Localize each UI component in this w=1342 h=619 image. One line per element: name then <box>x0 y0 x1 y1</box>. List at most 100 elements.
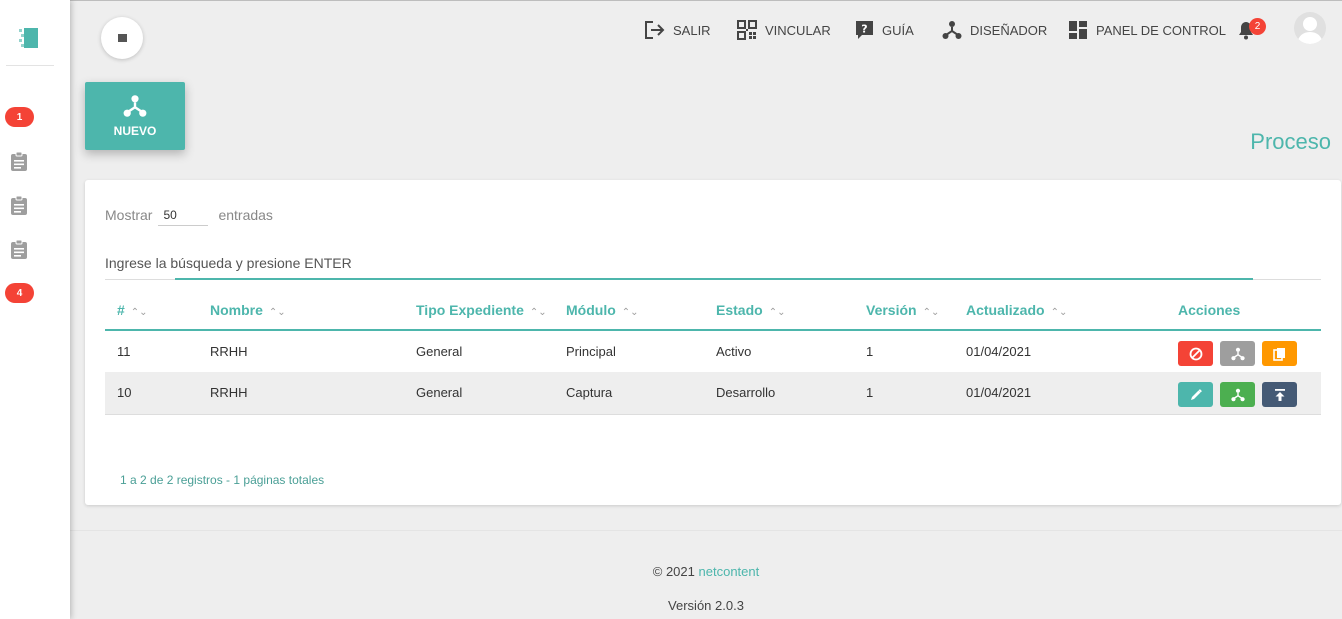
process-table: # ⌃⌄ Nombre ⌃⌄ Tipo Expediente ⌃⌄ Módulo ⌃⌄ … <box>105 290 1321 415</box>
topbar: SALIR VINCULAR ? GUÍA DISEÑADOR PANEL DE… <box>70 0 1342 59</box>
nav-salir-label: SALIR <box>673 22 711 38</box>
cell-estado: Desarrollo <box>716 372 866 415</box>
copy-icon <box>1272 347 1285 361</box>
new-process-label: NUEVO <box>113 124 157 138</box>
page-title: Proceso <box>1250 129 1331 154</box>
sidebar-badge-1[interactable]: 1 <box>5 107 34 127</box>
designer-icon <box>1230 347 1245 360</box>
nav-disenador-label: DISEÑADOR <box>970 22 1048 38</box>
clipboard-icon[interactable] <box>10 239 28 259</box>
block-icon <box>1189 347 1202 360</box>
column-header-estado[interactable]: Estado ⌃⌄ <box>716 290 866 331</box>
user-avatar[interactable] <box>1294 12 1326 44</box>
pencil-icon <box>1190 388 1202 400</box>
nav-guia-label: GUÍA <box>882 22 914 38</box>
page-size-control: Mostrar 50 entradas <box>105 204 273 226</box>
designer-button[interactable] <box>1220 341 1255 366</box>
sidebar: 1 4 <box>0 0 70 619</box>
column-header-acciones: Acciones <box>1178 290 1321 331</box>
designer-button[interactable] <box>1220 382 1255 408</box>
column-header-actualizado[interactable]: Actualizado ⌃⌄ <box>966 290 1178 331</box>
qr-code-icon <box>737 20 757 40</box>
cell-nombre: RRHH <box>210 372 416 415</box>
publish-icon <box>1274 388 1285 401</box>
designer-icon <box>123 95 147 117</box>
process-table-card: Mostrar 50 entradas # ⌃⌄ Nombre ⌃⌄ Tipo Ex… <box>85 180 1341 505</box>
cell-tipo: General <box>416 372 566 415</box>
nav-salir[interactable]: SALIR <box>644 17 711 43</box>
page-size-select[interactable]: 50 <box>158 204 209 226</box>
column-header-modulo[interactable]: Módulo ⌃⌄ <box>566 290 716 331</box>
nav-guia[interactable]: ? GUÍA <box>855 17 914 43</box>
nav-panel-de-control-label: PANEL DE CONTROL <box>1096 22 1227 38</box>
search-focus-line <box>175 278 1253 280</box>
column-header-id[interactable]: # ⌃⌄ <box>105 290 210 331</box>
column-header-tipo-expediente[interactable]: Tipo Expediente ⌃⌄ <box>416 290 566 331</box>
entries-label: entradas <box>218 207 273 223</box>
nav-panel-de-control[interactable]: PANEL DE CONTROL <box>1068 17 1226 43</box>
menu-toggle-button[interactable] <box>101 17 143 59</box>
edit-button[interactable] <box>1178 382 1213 408</box>
table-row: 10 RRHH General Captura Desarrollo 1 01/… <box>105 372 1321 415</box>
nav-disenador[interactable]: DISEÑADOR <box>942 17 1047 43</box>
sort-icon: ⌃⌄ <box>1050 306 1068 318</box>
column-header-label: Tipo Expediente <box>416 301 524 318</box>
sort-icon: ⌃⌄ <box>768 306 786 318</box>
help-icon: ? <box>856 21 873 39</box>
cell-version: 1 <box>866 344 874 359</box>
new-process-button[interactable]: NUEVO <box>85 82 185 150</box>
column-header-label: Actualizado <box>966 301 1045 318</box>
column-header-version[interactable]: Versión ⌃⌄ <box>866 290 966 331</box>
table-header-row: # ⌃⌄ Nombre ⌃⌄ Tipo Expediente ⌃⌄ Módulo ⌃⌄ … <box>105 290 1321 331</box>
copy-button[interactable] <box>1262 341 1297 366</box>
exit-icon <box>645 21 665 39</box>
cell-id: 11 <box>117 344 131 359</box>
column-header-label: Estado <box>716 301 763 318</box>
footer-divider <box>70 530 1342 531</box>
notifications-button[interactable]: 2 <box>1238 18 1268 41</box>
designer-icon <box>1230 388 1245 402</box>
table-row: 11 RRHH General Principal Activo 1 01/04… <box>105 330 1321 372</box>
sidebar-badge-4[interactable]: 4 <box>5 283 34 303</box>
pagination-info: 1 a 2 de 2 registros - 1 páginas totales <box>120 473 325 487</box>
show-label: Mostrar <box>105 207 153 223</box>
search-input[interactable] <box>105 254 1321 272</box>
deactivate-button[interactable] <box>1178 341 1213 366</box>
svg-text:?: ? <box>861 23 867 36</box>
brand-link[interactable]: netcontent <box>699 564 760 579</box>
footer-copyright: © 2021 netcontent <box>70 564 1342 579</box>
cell-actualizado: 01/04/2021 <box>966 372 1178 415</box>
sort-icon: ⌃⌄ <box>130 306 148 318</box>
column-header-label: # <box>117 301 125 318</box>
sort-icon: ⌃⌄ <box>621 306 639 318</box>
column-header-label: Versión <box>866 301 917 318</box>
column-header-label: Módulo <box>566 301 616 318</box>
cell-acciones <box>1178 372 1321 415</box>
menu-icon <box>117 34 127 42</box>
column-header-label: Nombre <box>210 301 263 318</box>
clipboard-icon[interactable] <box>10 151 28 171</box>
designer-icon <box>942 21 962 39</box>
sort-icon: ⌃⌄ <box>529 306 547 318</box>
publish-button[interactable] <box>1262 382 1297 408</box>
dashboard-icon <box>1069 21 1087 39</box>
clipboard-icon[interactable] <box>10 195 28 215</box>
cell-estado: Activo <box>716 344 752 359</box>
column-header-nombre[interactable]: Nombre ⌃⌄ <box>210 290 416 331</box>
copyright-text: © 2021 <box>652 564 695 579</box>
cell-modulo: Principal <box>566 344 616 359</box>
sidebar-divider <box>6 65 54 66</box>
cell-acciones <box>1178 330 1321 372</box>
cell-modulo: Captura <box>566 372 716 415</box>
sort-icon: ⌃⌄ <box>268 306 286 318</box>
cell-actualizado: 01/04/2021 <box>966 344 1032 359</box>
cell-nombre: RRHH <box>210 344 248 359</box>
search-field-wrapper <box>105 254 1321 280</box>
cell-tipo: General <box>416 344 463 359</box>
nav-vincular[interactable]: VINCULAR <box>737 17 831 43</box>
app-logo[interactable] <box>16 26 40 50</box>
notification-count-badge: 2 <box>1249 18 1266 35</box>
cell-version: 1 <box>866 372 966 415</box>
nav-vincular-label: VINCULAR <box>765 22 831 38</box>
footer-version: Versión 2.0.3 <box>668 598 744 613</box>
